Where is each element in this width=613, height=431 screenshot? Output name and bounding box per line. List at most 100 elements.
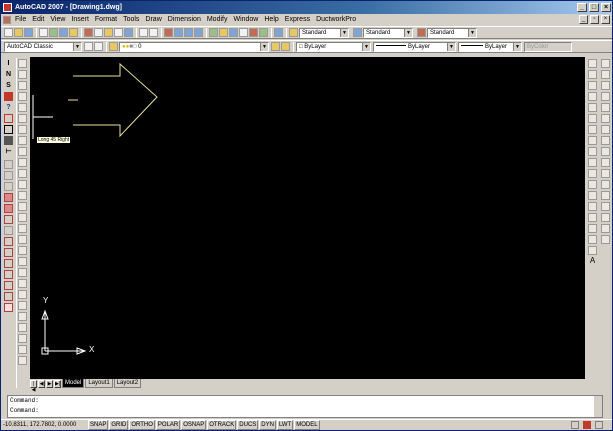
coordinate-display[interactable]: -10.8311, 172.7802, 0.0000 xyxy=(3,420,88,430)
tool-icon[interactable] xyxy=(18,345,27,354)
document-icon[interactable] xyxy=(3,16,11,24)
color-control-select[interactable]: □ ByLayer ▼ xyxy=(296,41,371,52)
dim-style-select[interactable]: Standard ▼ xyxy=(363,27,413,38)
arrow-shape[interactable] xyxy=(73,62,158,138)
tool-icon[interactable] xyxy=(4,160,13,169)
tool-icon[interactable] xyxy=(18,81,27,90)
tab-layout2[interactable]: Layout2 xyxy=(113,379,142,388)
chevron-down-icon[interactable]: ▼ xyxy=(260,42,268,51)
pan-icon[interactable] xyxy=(164,28,173,37)
first-tab-icon[interactable]: |◀ xyxy=(30,380,37,393)
insert-block-icon[interactable] xyxy=(588,180,597,189)
tool-icon[interactable] xyxy=(18,114,27,123)
construction-line-icon[interactable] xyxy=(588,70,597,79)
line-icon[interactable] xyxy=(588,59,597,68)
fillet-icon[interactable] xyxy=(601,224,610,233)
break-at-point-icon[interactable] xyxy=(601,180,610,189)
command-input-line[interactable]: Command: xyxy=(8,406,602,416)
redo-icon[interactable] xyxy=(149,28,158,37)
tool-icon[interactable] xyxy=(18,279,27,288)
tool-icon[interactable] xyxy=(4,237,13,246)
doc-minimize-button[interactable]: _ xyxy=(579,15,588,24)
zoom-previous-icon[interactable] xyxy=(194,28,203,37)
publish-icon[interactable] xyxy=(59,28,68,37)
rotate-icon[interactable] xyxy=(601,125,610,134)
tool-icon[interactable] xyxy=(4,303,13,312)
rectangle-icon[interactable] xyxy=(588,103,597,112)
markup-icon[interactable] xyxy=(249,28,258,37)
tool-icon[interactable] xyxy=(18,158,27,167)
menu-help[interactable]: Help xyxy=(261,14,281,26)
grid-toggle[interactable]: GRID xyxy=(109,420,129,430)
menu-view[interactable]: View xyxy=(47,14,68,26)
quickcalc-icon[interactable] xyxy=(259,28,268,37)
tool-icon[interactable] xyxy=(4,248,13,257)
command-scrollbar[interactable] xyxy=(594,396,602,417)
menu-dimension[interactable]: Dimension xyxy=(165,14,204,26)
menu-file[interactable]: File xyxy=(12,14,29,26)
tool-icon[interactable] xyxy=(18,290,27,299)
linetype-control-select[interactable]: ByLayer ▼ xyxy=(373,41,456,52)
tool-icon[interactable] xyxy=(4,270,13,279)
menu-format[interactable]: Format xyxy=(92,14,120,26)
communication-center-icon[interactable] xyxy=(571,421,579,429)
chamfer-icon[interactable] xyxy=(601,213,610,222)
menu-insert[interactable]: Insert xyxy=(68,14,92,26)
tool-icon[interactable] xyxy=(18,92,27,101)
copy-icon[interactable] xyxy=(94,28,103,37)
scale-icon[interactable] xyxy=(601,136,610,145)
chevron-down-icon[interactable]: ▼ xyxy=(468,28,476,37)
chevron-down-icon[interactable]: ▼ xyxy=(340,28,348,37)
properties-icon[interactable] xyxy=(209,28,218,37)
osnap-toggle[interactable]: OSNAP xyxy=(181,420,207,430)
lock-toolbar-icon[interactable] xyxy=(583,421,591,429)
tool-icon[interactable] xyxy=(18,257,27,266)
layer-properties-icon[interactable] xyxy=(109,42,118,51)
tool-icon[interactable] xyxy=(18,103,27,112)
table-style-icon[interactable] xyxy=(417,28,426,37)
tool-icon[interactable] xyxy=(18,70,27,79)
revision-cloud-icon[interactable] xyxy=(588,136,597,145)
make-current-layer-icon[interactable] xyxy=(271,42,280,51)
rectangle-tool-icon[interactable] xyxy=(4,114,13,123)
table-style-select[interactable]: Standard ▼ xyxy=(427,27,477,38)
ortho-toggle[interactable]: ORTHO xyxy=(129,420,155,430)
snap-toggle[interactable]: SNAP xyxy=(88,420,109,430)
tool-icon[interactable] xyxy=(4,215,13,224)
table-icon[interactable] xyxy=(588,246,597,255)
ellipse-icon[interactable] xyxy=(588,158,597,167)
tool-icon[interactable] xyxy=(18,136,27,145)
tool-icon[interactable] xyxy=(18,312,27,321)
tool-icon[interactable] xyxy=(4,171,13,180)
tool-icon[interactable] xyxy=(18,235,27,244)
workspace-settings-icon[interactable] xyxy=(84,42,93,51)
tool-icon[interactable] xyxy=(4,182,13,191)
tool-icon[interactable] xyxy=(18,191,27,200)
cut-icon[interactable] xyxy=(84,28,93,37)
tool-icon[interactable] xyxy=(18,59,27,68)
plot-icon[interactable] xyxy=(39,28,48,37)
make-block-icon[interactable] xyxy=(588,191,597,200)
menu-edit[interactable]: Edit xyxy=(29,14,47,26)
text-style-icon[interactable] xyxy=(289,28,298,37)
design-center-icon[interactable] xyxy=(219,28,228,37)
workspace-select[interactable]: AutoCAD Classic ▼ xyxy=(4,41,82,52)
match-properties-icon[interactable] xyxy=(114,28,123,37)
array-icon[interactable] xyxy=(601,103,610,112)
tool-icon[interactable] xyxy=(18,125,27,134)
tool-palettes-icon[interactable] xyxy=(229,28,238,37)
explode-icon[interactable] xyxy=(601,235,610,244)
stretch-icon[interactable] xyxy=(601,147,610,156)
open-icon[interactable] xyxy=(14,28,23,37)
tool-icon[interactable] xyxy=(18,268,27,277)
zoom-window-icon[interactable] xyxy=(184,28,193,37)
chevron-down-icon[interactable]: ▼ xyxy=(447,42,455,51)
otrack-toggle[interactable]: OTRACK xyxy=(207,420,237,430)
spline-icon[interactable] xyxy=(588,147,597,156)
model-space-toggle[interactable]: MODEL xyxy=(294,420,320,430)
layer-select[interactable]: ●●■■ 0 ▼ xyxy=(119,41,269,52)
tool-icon[interactable] xyxy=(18,213,27,222)
box-tool-icon[interactable] xyxy=(4,125,13,134)
tool-i[interactable]: I xyxy=(4,59,13,68)
red-tool-icon[interactable] xyxy=(4,92,13,101)
